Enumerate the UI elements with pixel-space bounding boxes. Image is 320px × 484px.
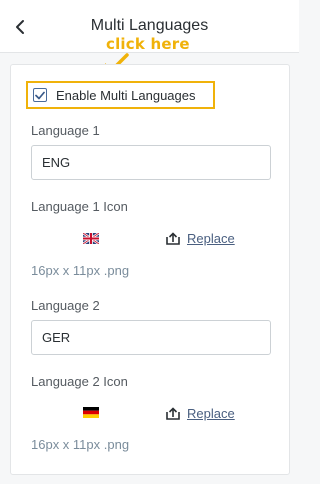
upload-icon — [166, 407, 180, 420]
language-2-replace-label: Replace — [187, 406, 235, 421]
page-title: Multi Languages — [90, 17, 209, 34]
annotation-label: click here — [106, 35, 190, 53]
upload-icon — [166, 232, 180, 245]
language-2-input[interactable] — [31, 320, 271, 355]
language-2-replace-button[interactable]: Replace — [166, 406, 235, 421]
uk-flag-icon — [83, 233, 99, 244]
germany-flag-icon — [83, 407, 99, 418]
language-2-icon-label: Language 2 Icon — [31, 374, 128, 389]
language-1-replace-label: Replace — [187, 231, 235, 246]
language-2-icon-hint: 16px x 11px .png — [31, 437, 130, 452]
language-1-icon-hint: 16px x 11px .png — [31, 263, 130, 278]
language-1-label: Language 1 — [31, 123, 100, 138]
enable-multi-languages-toggle[interactable]: Enable Multi Languages — [26, 81, 215, 109]
language-1-input[interactable] — [31, 145, 271, 180]
enable-multi-languages-label: Enable Multi Languages — [56, 87, 196, 103]
language-1-icon-label: Language 1 Icon — [31, 199, 128, 214]
settings-panel: Enable Multi Languages Language 1 Langua… — [10, 64, 290, 475]
checkmark-icon — [35, 91, 45, 99]
language-1-replace-button[interactable]: Replace — [166, 231, 235, 246]
enable-multi-languages-checkbox[interactable] — [33, 88, 47, 102]
language-2-label: Language 2 — [31, 298, 100, 313]
